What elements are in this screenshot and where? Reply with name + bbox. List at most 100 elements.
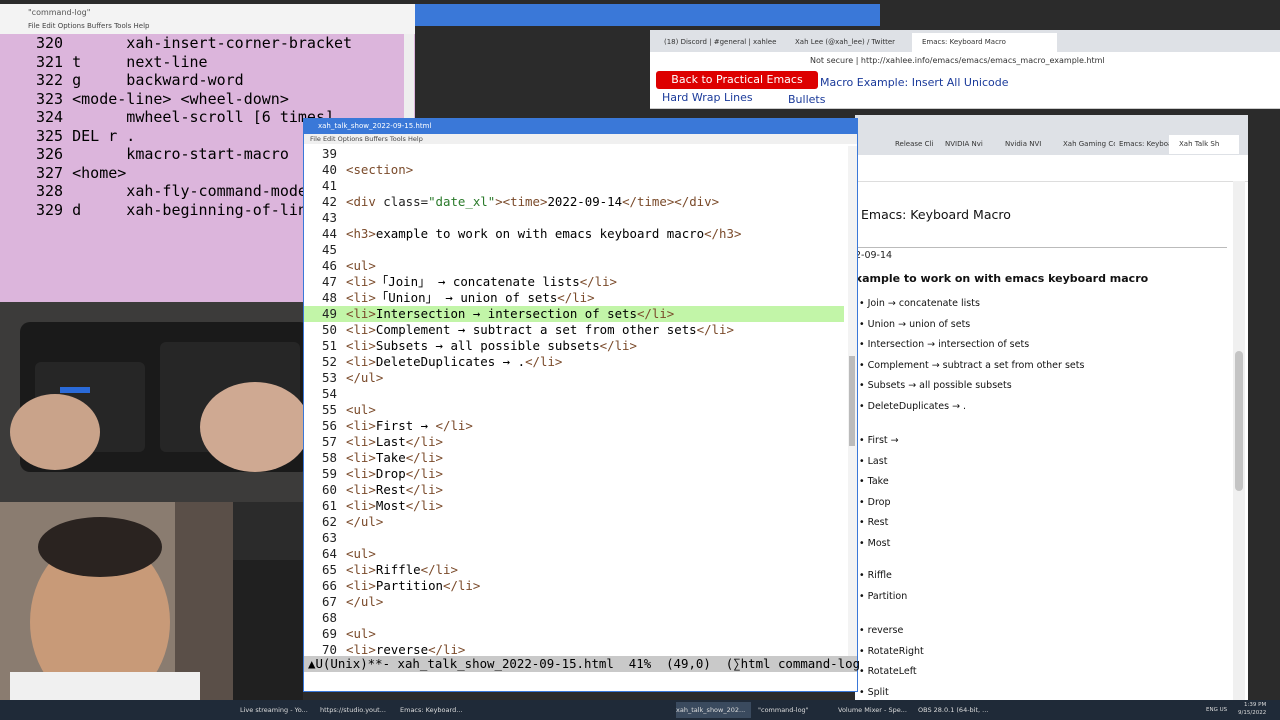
taskbar: Live streaming - Yo... https://studio.yo… <box>0 700 1280 720</box>
code-line[interactable]: 66 <li>Partition</li> <box>304 578 844 594</box>
clock-date: 9/15/2022 <box>1238 710 1267 716</box>
tab-release[interactable]: Release Cli <box>885 135 935 154</box>
emacs-scroll-thumb[interactable] <box>849 356 855 446</box>
tab-emacs-keyboa[interactable]: Emacs: Keyboa <box>1109 135 1175 154</box>
command-log-titlebar[interactable]: "command-log" <box>0 4 415 22</box>
tab-twitter[interactable]: Xah Lee (@xah_lee) / Twitter <box>785 33 915 52</box>
language-indicator[interactable]: ENG US <box>1206 702 1234 718</box>
line-text: <div class="date_xl"><time>2022-09-14</t… <box>346 194 720 209</box>
tab-discord[interactable]: (18) Discord | #general | xahlee <box>654 33 789 52</box>
hard-wrap-link[interactable]: Hard Wrap Lines <box>662 91 753 104</box>
back-to-tutorial-button[interactable]: Back to Practical Emacs Tutorial <box>656 71 818 104</box>
command-log-line: 323 <mode-line> <wheel-down> <box>36 89 289 108</box>
current-code-line[interactable]: 49 <li>Intersection → intersection of set… <box>304 306 844 322</box>
tab-xah-talk-show[interactable]: Xah Talk Sh <box>1169 135 1239 154</box>
code-line[interactable]: 62 </ul> <box>304 514 844 530</box>
preview-list-item: • RotateLeft <box>859 666 917 677</box>
code-line[interactable]: 40 <section> <box>304 162 844 178</box>
code-line[interactable]: 68 <box>304 610 844 626</box>
clock-time: 1:39 PM <box>1244 702 1267 708</box>
code-line[interactable]: 43 <box>304 210 844 226</box>
taskbar-item-command-log[interactable]: "command-log" <box>758 702 833 718</box>
code-line[interactable]: 57 <li>Last</li> <box>304 434 844 450</box>
preview-list-text: First → <box>867 435 899 446</box>
line-text: <li>Partition</li> <box>346 578 481 593</box>
code-line[interactable]: 64 <ul> <box>304 546 844 562</box>
emacs-buffer[interactable]: 39 40 <section> 41 42 <div class="date_xl"><t… <box>304 146 844 656</box>
code-line[interactable]: 58 <li>Take</li> <box>304 450 844 466</box>
code-line[interactable]: 69 <ul> <box>304 626 844 642</box>
preview-list-item: • First → <box>859 435 899 446</box>
code-line[interactable]: 47 <li>「Join」 → concatenate lists</li> <box>304 274 844 290</box>
tab-nvidia-2[interactable]: Nvidia NVI <box>995 135 1055 154</box>
code-line[interactable]: 54 <box>304 386 844 402</box>
tab-nvidia-1[interactable]: NVIDIA Nvi <box>935 135 995 154</box>
code-line[interactable]: 65 <li>Riffle</li> <box>304 562 844 578</box>
bullet-icon: • <box>859 400 868 412</box>
line-text: <li>Rest</li> <box>346 482 444 497</box>
code-line[interactable]: 44 <h3>example to work on with emacs keyb… <box>304 226 844 242</box>
code-line[interactable]: 53 </ul> <box>304 370 844 386</box>
code-line[interactable]: 42 <div class="date_xl"><time>2022-09-14<… <box>304 194 844 210</box>
emacs-titlebar[interactable]: xah_talk_show_2022-09-15.html <box>304 119 857 134</box>
line-number: 42 <box>322 194 337 209</box>
preview-scroll-thumb[interactable] <box>1235 351 1243 491</box>
line-number: 66 <box>322 578 337 593</box>
code-line[interactable]: 60 <li>Rest</li> <box>304 482 844 498</box>
tab-xah-gaming[interactable]: Xah Gaming Co <box>1053 135 1115 154</box>
code-line[interactable]: 41 <box>304 178 844 194</box>
code-line[interactable]: 51 <li>Subsets → all possible subsets</li… <box>304 338 844 354</box>
preview-list-item: • DeleteDuplicates → . <box>859 401 966 412</box>
command-log-menubar[interactable]: File Edit Options Buffers Tools Help <box>0 22 415 34</box>
line-number: 40 <box>322 162 337 177</box>
taskbar-item-live-streaming[interactable]: Live streaming - Yo... <box>240 702 315 718</box>
code-line[interactable]: 70 <li>reverse</li> <box>304 642 844 656</box>
bullet-icon: • <box>859 625 868 636</box>
tab-emacs-keyboard-macro[interactable]: Emacs: Keyboard Macro <box>912 33 1057 52</box>
macro-example-link[interactable]: Macro Example: Insert All Unicode <box>820 76 1009 89</box>
code-line[interactable]: 61 <li>Most</li> <box>304 498 844 514</box>
preview-browser-window: Release Cli NVIDIA Nvi Nvidia NVI Xah Ga… <box>855 115 1248 700</box>
code-line[interactable]: 59 <li>Drop</li> <box>304 466 844 482</box>
preview-list-text: Split <box>867 686 889 698</box>
line-text: <li>Most</li> <box>346 498 444 513</box>
bullet-icon: • <box>859 496 868 508</box>
code-line[interactable]: 52 <li>DeleteDuplicates → .</li> <box>304 354 844 370</box>
preview-scrollbar[interactable] <box>1233 181 1245 700</box>
code-line[interactable]: 45 <box>304 242 844 258</box>
line-number: 65 <box>322 562 337 577</box>
taskbar-item-obs[interactable]: OBS 28.0.1 (64-bit, ... <box>918 702 993 718</box>
code-line[interactable]: 50 <li>Complement → subtract a set from o… <box>304 322 844 338</box>
line-text: <li>DeleteDuplicates → .</li> <box>346 354 563 369</box>
taskbar-item-emacs-editor[interactable]: xah_talk_show_202... <box>676 702 751 718</box>
taskbar-item-emacs-browser[interactable]: Emacs: Keyboard... <box>400 702 472 718</box>
preview-list-item: • Complement → subtract a set from other… <box>859 360 1084 371</box>
code-line[interactable]: 63 <box>304 530 844 546</box>
code-line[interactable]: 55 <ul> <box>304 402 844 418</box>
line-text: <li>Complement → subtract a set from oth… <box>346 322 734 337</box>
emacs-menubar[interactable]: File Edit Options Buffers Tools Help <box>304 134 857 144</box>
bullet-icon: • <box>859 517 868 528</box>
code-line[interactable]: 56 <li>First → </li> <box>304 418 844 434</box>
code-line[interactable]: 67 </ul> <box>304 594 844 610</box>
emacs-scrollbar[interactable] <box>848 146 857 656</box>
command-log-menu-items[interactable]: File Edit Options Buffers Tools Help <box>0 22 150 30</box>
taskbar-item-volume-mixer[interactable]: Volume Mixer - Spe... <box>838 702 913 718</box>
bullets-link[interactable]: Bullets <box>788 93 825 106</box>
taskbar-item-studio[interactable]: https://studio.yout... <box>320 702 395 718</box>
bullet-icon: • <box>859 359 868 371</box>
browser-tab-strip: (18) Discord | #general | xahlee Xah Lee… <box>650 30 1280 52</box>
emacs-menu-items[interactable]: File Edit Options Buffers Tools Help <box>304 135 423 143</box>
preview-toolbar[interactable] <box>855 155 1248 182</box>
line-number: 60 <box>322 482 337 497</box>
emacs-modeline[interactable]: ▲U(Unix)**- xah_talk_show_2022-09-15.htm… <box>304 656 860 672</box>
taskbar-clock[interactable]: 1:39 PM 9/15/2022 <box>1238 701 1266 717</box>
line-number: 57 <box>322 434 337 449</box>
code-line[interactable]: 46 <ul> <box>304 258 844 274</box>
address-bar[interactable]: Not secure | http://xahlee.info/emacs/em… <box>810 54 1120 68</box>
preview-list-text: Complement → subtract a set from other s… <box>867 359 1085 371</box>
code-line[interactable]: 39 <box>304 146 844 162</box>
emacs-minibuffer[interactable] <box>304 672 857 691</box>
preview-list-text: Most <box>867 537 891 549</box>
code-line[interactable]: 48 <li>「Union」 → union of sets</li> <box>304 290 844 306</box>
